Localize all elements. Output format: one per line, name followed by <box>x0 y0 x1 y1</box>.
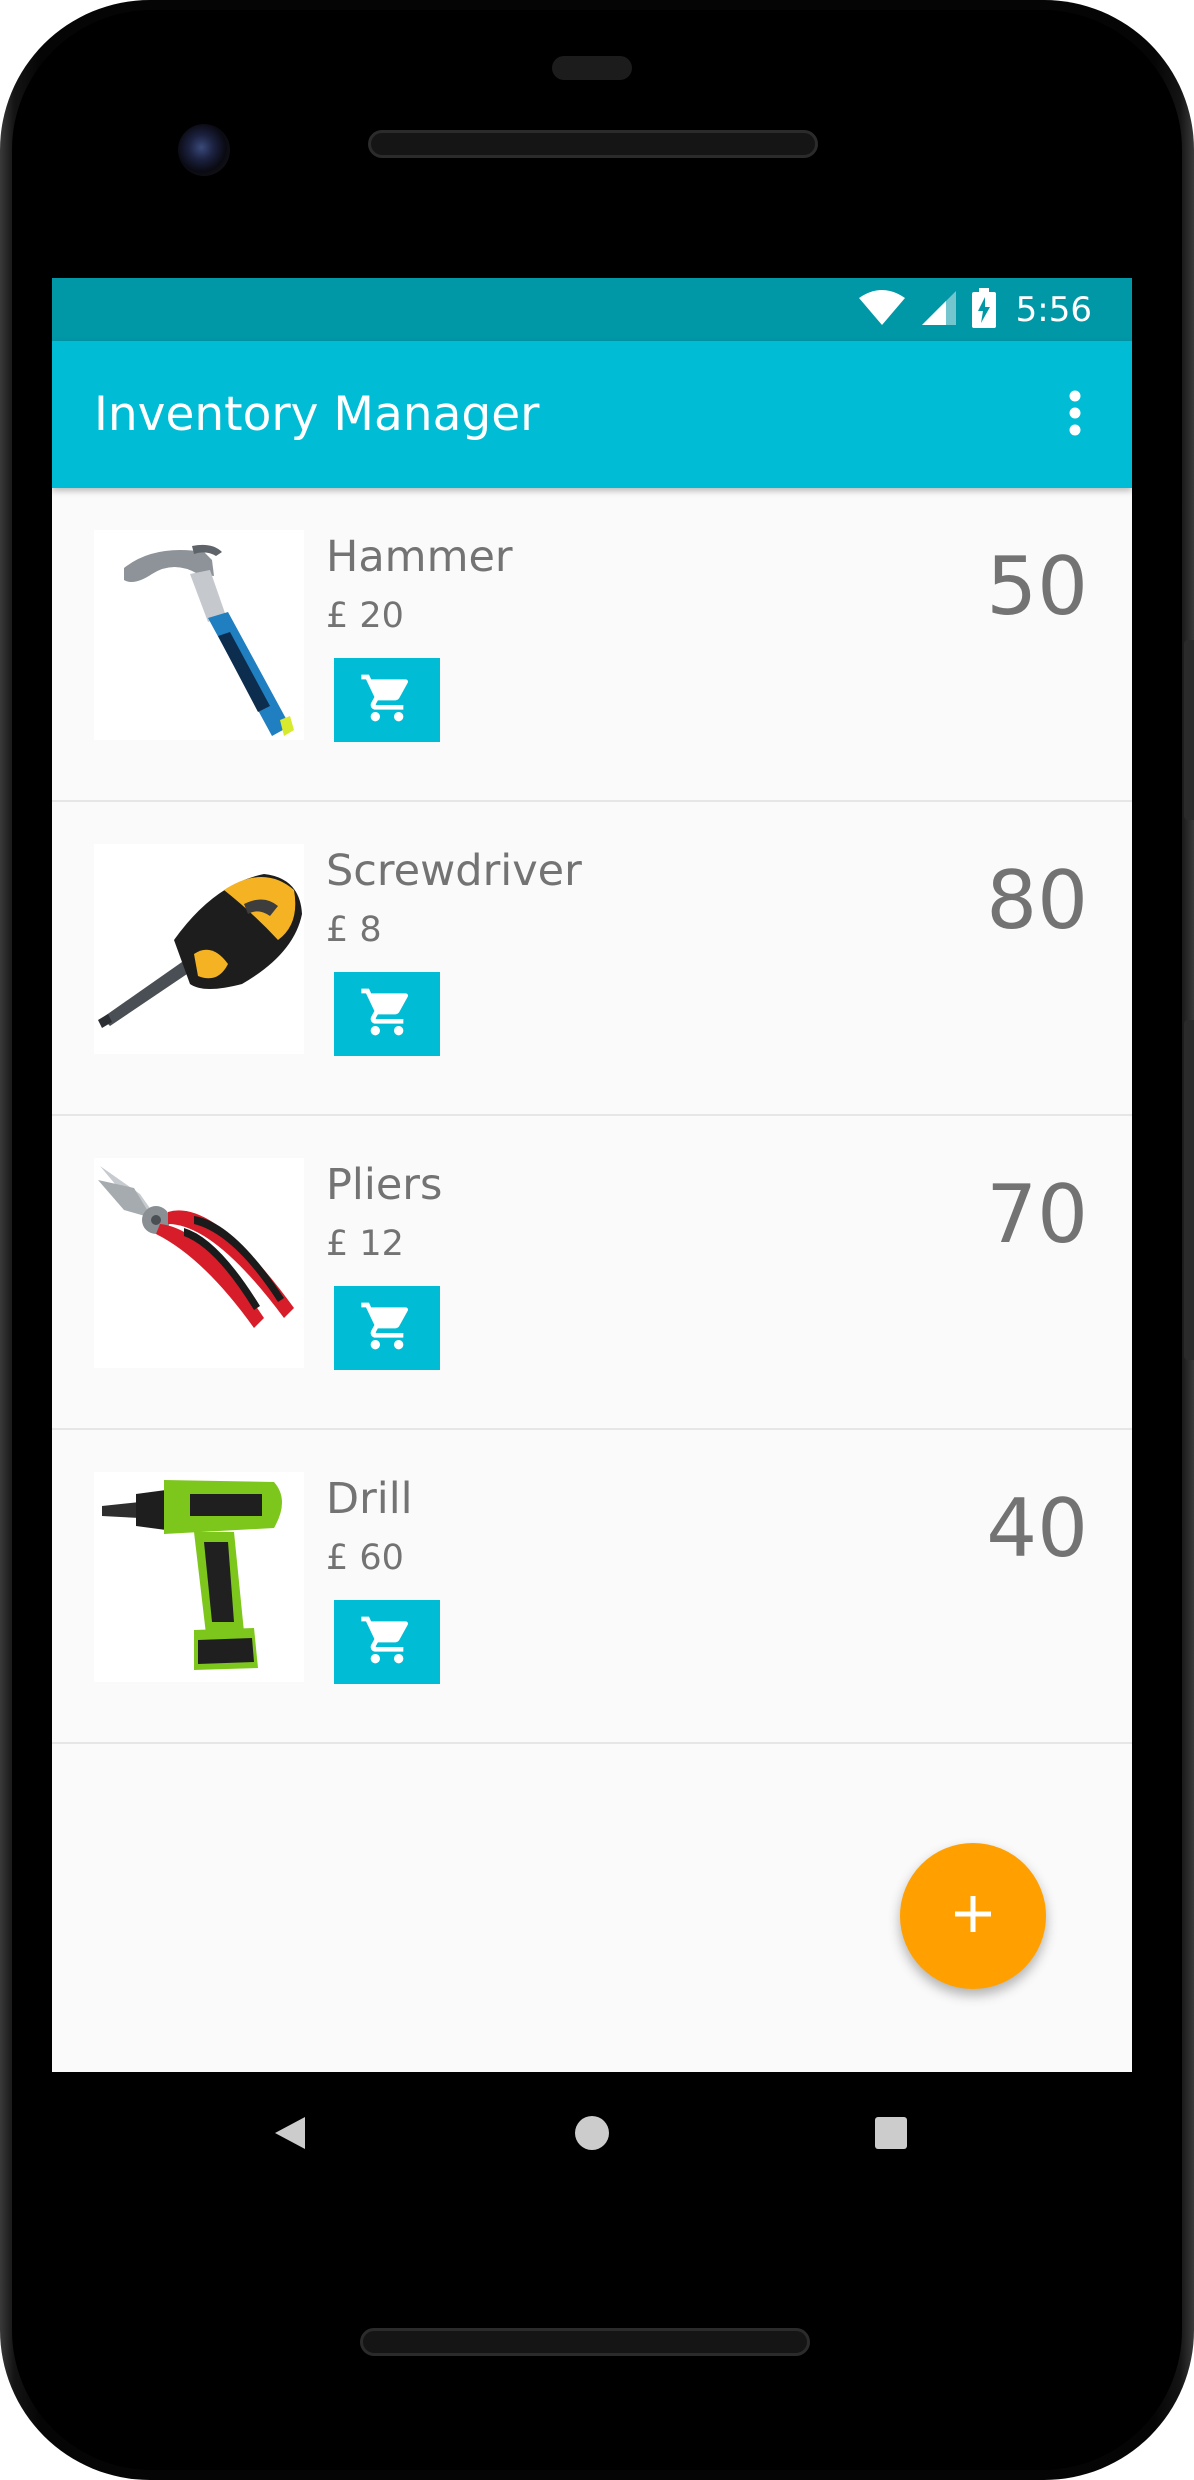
sale-cart-button[interactable] <box>334 1600 440 1684</box>
product-name: Drill <box>326 1474 413 1524</box>
home-icon <box>574 2115 610 2156</box>
system-navigation-bar <box>52 2072 1132 2198</box>
status-icons: 5:56 <box>858 278 1092 341</box>
cart-icon <box>359 670 415 730</box>
product-quantity: 80 <box>986 854 1088 947</box>
product-quantity: 40 <box>986 1482 1088 1575</box>
more-vert-icon <box>1068 390 1082 440</box>
wifi-icon <box>858 289 906 330</box>
sale-cart-button[interactable] <box>334 1286 440 1370</box>
back-icon <box>273 2115 307 2156</box>
app-bar: Inventory Manager <box>52 341 1132 488</box>
product-price: £ 8 <box>326 910 382 950</box>
sale-cart-button[interactable] <box>334 972 440 1056</box>
overflow-menu-button[interactable] <box>1038 378 1112 452</box>
list-item[interactable]: Pliers £ 12 70 <box>52 1116 1132 1430</box>
product-name: Screwdriver <box>326 846 582 896</box>
sale-cart-button[interactable] <box>334 658 440 742</box>
add-icon <box>951 1892 995 1940</box>
cart-icon <box>359 1298 415 1358</box>
product-name: Hammer <box>326 532 513 582</box>
add-product-fab[interactable] <box>900 1843 1046 1989</box>
proximity-sensor <box>552 56 632 80</box>
product-image-screwdriver <box>94 844 304 1054</box>
product-image-pliers <box>94 1158 304 1368</box>
nav-home-button[interactable] <box>559 2102 625 2168</box>
app-title: Inventory Manager <box>94 387 540 442</box>
recents-icon <box>874 2116 908 2155</box>
product-price: £ 12 <box>326 1224 404 1264</box>
power-button <box>1184 640 1194 820</box>
nav-back-button[interactable] <box>257 2102 323 2168</box>
status-time: 5:56 <box>1015 289 1092 330</box>
battery-charging-icon <box>971 287 996 332</box>
cart-icon <box>359 1612 415 1672</box>
app-screen: 5:56 Inventory Manager Hammer £ 20 50 Sc… <box>52 278 1132 2072</box>
product-price: £ 60 <box>326 1538 404 1578</box>
bottom-speaker <box>360 2328 810 2356</box>
earpiece-speaker <box>368 130 818 158</box>
signal-icon <box>920 290 958 330</box>
product-quantity: 50 <box>986 540 1088 633</box>
product-price: £ 20 <box>326 596 404 636</box>
volume-button <box>1184 1020 1194 1360</box>
inventory-list: Hammer £ 20 50 Screwdriver £ 8 80 Pliers… <box>52 488 1132 1744</box>
list-item[interactable]: Hammer £ 20 50 <box>52 488 1132 802</box>
list-item[interactable]: Screwdriver £ 8 80 <box>52 802 1132 1116</box>
product-image-hammer <box>94 530 304 740</box>
product-quantity: 70 <box>986 1168 1088 1261</box>
status-bar: 5:56 <box>52 278 1132 341</box>
front-camera <box>178 124 230 176</box>
phone-frame: 5:56 Inventory Manager Hammer £ 20 50 Sc… <box>0 0 1194 2480</box>
list-item[interactable]: Drill £ 60 40 <box>52 1430 1132 1744</box>
nav-recents-button[interactable] <box>858 2102 924 2168</box>
product-name: Pliers <box>326 1160 443 1210</box>
product-image-drill <box>94 1472 304 1682</box>
cart-icon <box>359 984 415 1044</box>
